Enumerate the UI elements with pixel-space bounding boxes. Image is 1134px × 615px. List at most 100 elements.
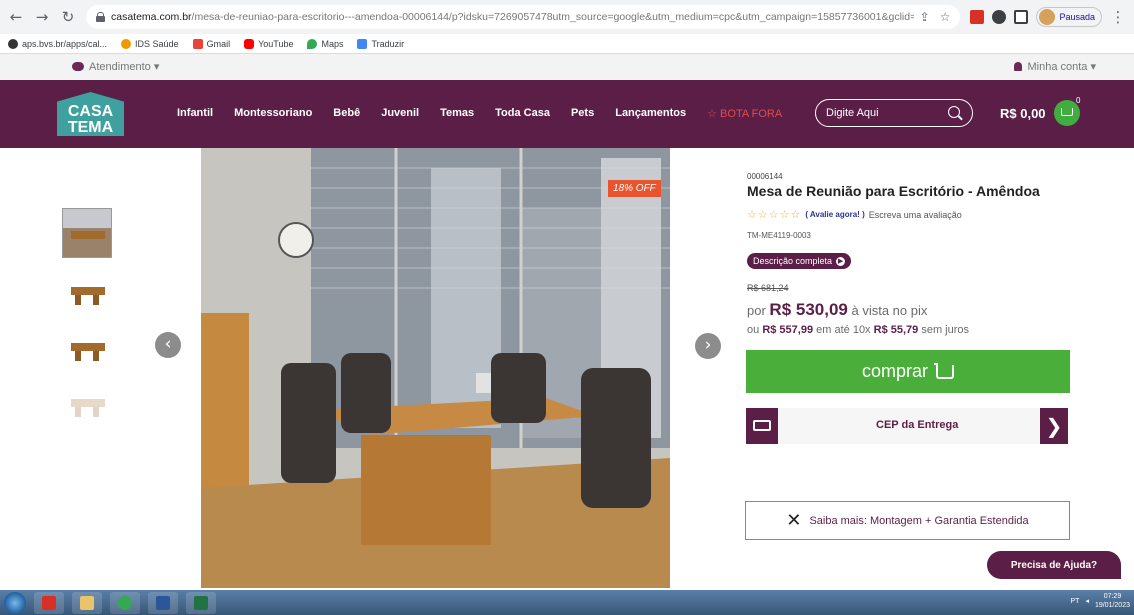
help-chat-button[interactable]: Precisa de Ajuda? bbox=[987, 551, 1121, 579]
cart-icon bbox=[934, 362, 954, 379]
site-logo[interactable]: CASA TEMA bbox=[57, 92, 124, 136]
translate-icon bbox=[357, 38, 368, 49]
search-icon[interactable] bbox=[948, 106, 960, 118]
atendimento-link[interactable]: Atendimento ▾ bbox=[72, 60, 159, 73]
nav-item-montessoriano[interactable]: Montessoriano bbox=[234, 107, 312, 120]
table-base bbox=[361, 435, 491, 545]
menu-kebab-icon[interactable]: ⋮ bbox=[1110, 8, 1126, 26]
avatar bbox=[1039, 9, 1056, 25]
nav-item-juvenil[interactable]: Juvenil bbox=[381, 107, 419, 120]
cep-shipping[interactable]: CEP da Entrega ❯ bbox=[746, 408, 1068, 444]
reload-icon[interactable]: ↻ bbox=[60, 8, 76, 26]
bookmark-item[interactable]: Traduzir bbox=[357, 38, 404, 49]
taskbar-app-word[interactable] bbox=[148, 591, 178, 614]
word-icon bbox=[156, 595, 170, 610]
table-shape bbox=[71, 399, 105, 407]
nav-item-lancamentos[interactable]: Lançamentos bbox=[615, 107, 686, 120]
thumbnail-1[interactable] bbox=[62, 208, 112, 258]
youtube-icon bbox=[244, 38, 255, 49]
table-leg bbox=[75, 407, 81, 417]
table-leg bbox=[93, 407, 99, 417]
chair bbox=[341, 353, 391, 433]
forward-icon[interactable]: → bbox=[34, 8, 50, 26]
rate-now-link[interactable]: ( Avalie agora! ) bbox=[805, 210, 864, 219]
site-header: CASA TEMA Infantil Montessoriano Bebê Ju… bbox=[0, 80, 1134, 148]
profile-button[interactable]: Pausada bbox=[1036, 7, 1102, 27]
chat-icon bbox=[72, 62, 84, 71]
warranty-info-button[interactable]: ✕ Saiba mais: Montagem + Garantia Estend… bbox=[745, 501, 1070, 540]
pdf-extension-icon[interactable] bbox=[970, 10, 985, 24]
nav-item-infantil[interactable]: Infantil bbox=[177, 107, 213, 120]
chair bbox=[491, 353, 546, 423]
bookmark-item[interactable]: Gmail bbox=[192, 38, 230, 49]
cep-label: CEP da Entrega bbox=[876, 419, 959, 431]
gmail-icon bbox=[192, 38, 203, 49]
omnibox-actions: ⇪ ☆ bbox=[920, 10, 951, 24]
table-shape bbox=[71, 287, 105, 295]
side-panel-icon[interactable] bbox=[1014, 10, 1029, 24]
taskbar-app-explorer[interactable] bbox=[72, 591, 102, 614]
buy-button[interactable]: comprar bbox=[746, 350, 1070, 393]
clock[interactable]: 07:29 19/01/2023 bbox=[1095, 592, 1130, 610]
taskbar-app-chrome[interactable] bbox=[110, 591, 140, 614]
taskbar-app-excel[interactable] bbox=[186, 591, 216, 614]
nav-item-pets[interactable]: Pets bbox=[571, 107, 594, 120]
thumbnail-3[interactable] bbox=[62, 320, 112, 370]
installment-row: ou R$ 557,99 em até 10x R$ 55,79 sem jur… bbox=[747, 324, 970, 336]
taskbar-app-pdf[interactable] bbox=[34, 591, 64, 614]
main-nav: Infantil Montessoriano Bebê Juvenil Tema… bbox=[177, 107, 803, 120]
nav-item-bota-fora[interactable]: ☆ BOTA FORA bbox=[707, 107, 782, 120]
bookmark-item[interactable]: Maps bbox=[307, 38, 343, 49]
profile-label: Pausada bbox=[1059, 12, 1095, 22]
url-text[interactable]: casatema.com.br/mesa-de-reuniao-para-esc… bbox=[111, 11, 914, 23]
product-sku: TM-ME4119-0003 bbox=[747, 231, 811, 240]
thumbnail-2[interactable] bbox=[62, 264, 112, 314]
installment-value: R$ 55,79 bbox=[873, 324, 919, 336]
os-taskbar: PT ◂ 07:29 19/01/2023 bbox=[0, 590, 1134, 615]
account-link[interactable]: Minha conta ▾ bbox=[1014, 60, 1096, 73]
extensions: Pausada ⋮ bbox=[970, 7, 1126, 27]
carousel-next-icon[interactable]: › bbox=[695, 333, 721, 359]
maps-icon bbox=[307, 38, 318, 49]
chair bbox=[581, 368, 651, 508]
volume-icon[interactable]: ◂ bbox=[1085, 597, 1089, 605]
table-leg bbox=[75, 351, 81, 361]
product-image[interactable] bbox=[201, 148, 670, 588]
carousel-prev-icon[interactable]: ‹ bbox=[155, 332, 181, 358]
thumbnail-4[interactable] bbox=[62, 376, 112, 426]
url-domain: casatema.com.br bbox=[111, 11, 192, 23]
ids-icon bbox=[121, 38, 132, 49]
full-description-button[interactable]: Descrição completa ▶ bbox=[747, 253, 852, 269]
bookmark-star-icon[interactable]: ☆ bbox=[940, 10, 951, 24]
installment-total: R$ 557,99 bbox=[762, 324, 814, 336]
language-indicator[interactable]: PT bbox=[1070, 598, 1079, 605]
cart-count: 0 bbox=[1076, 96, 1081, 105]
cep-submit-icon[interactable]: ❯ bbox=[1040, 408, 1068, 444]
write-review-link[interactable]: Escreva uma avaliação bbox=[869, 210, 962, 220]
excel-icon bbox=[194, 595, 208, 610]
bookmark-item[interactable]: aps.bvs.br/apps/cal... bbox=[8, 38, 107, 49]
star-rating-icon[interactable]: ☆☆☆☆☆ bbox=[747, 208, 801, 221]
truck-box bbox=[746, 408, 778, 444]
arrow-right-icon: ▶ bbox=[836, 256, 846, 266]
cart-icon bbox=[1061, 108, 1073, 116]
bookmark-item[interactable]: YouTube bbox=[244, 38, 293, 49]
address-bar[interactable]: casatema.com.br/mesa-de-reuniao-para-esc… bbox=[86, 5, 961, 29]
product-title: Mesa de Reunião para Escritório - Amêndo… bbox=[747, 183, 1040, 199]
start-button-icon[interactable] bbox=[4, 591, 26, 614]
nav-item-toda-casa[interactable]: Toda Casa bbox=[495, 107, 550, 120]
search-input[interactable] bbox=[826, 105, 946, 121]
cart-total[interactable]: R$ 0,00 bbox=[1000, 106, 1046, 121]
nav-item-temas[interactable]: Temas bbox=[440, 107, 474, 120]
lock-icon[interactable] bbox=[96, 12, 105, 22]
back-icon[interactable]: ← bbox=[8, 8, 24, 26]
share-icon[interactable]: ⇪ bbox=[920, 10, 930, 24]
tools-icon: ✕ bbox=[786, 510, 802, 531]
nav-item-bebe[interactable]: Bebê bbox=[333, 107, 360, 120]
url-path: /mesa-de-reuniao-para-escritorio---amend… bbox=[191, 11, 914, 23]
puzzle-extension-icon[interactable] bbox=[992, 10, 1007, 24]
table-leg bbox=[93, 351, 99, 361]
bookmark-item[interactable]: IDS Saúde bbox=[121, 38, 179, 49]
truck-icon bbox=[753, 420, 771, 431]
chair bbox=[281, 363, 336, 483]
